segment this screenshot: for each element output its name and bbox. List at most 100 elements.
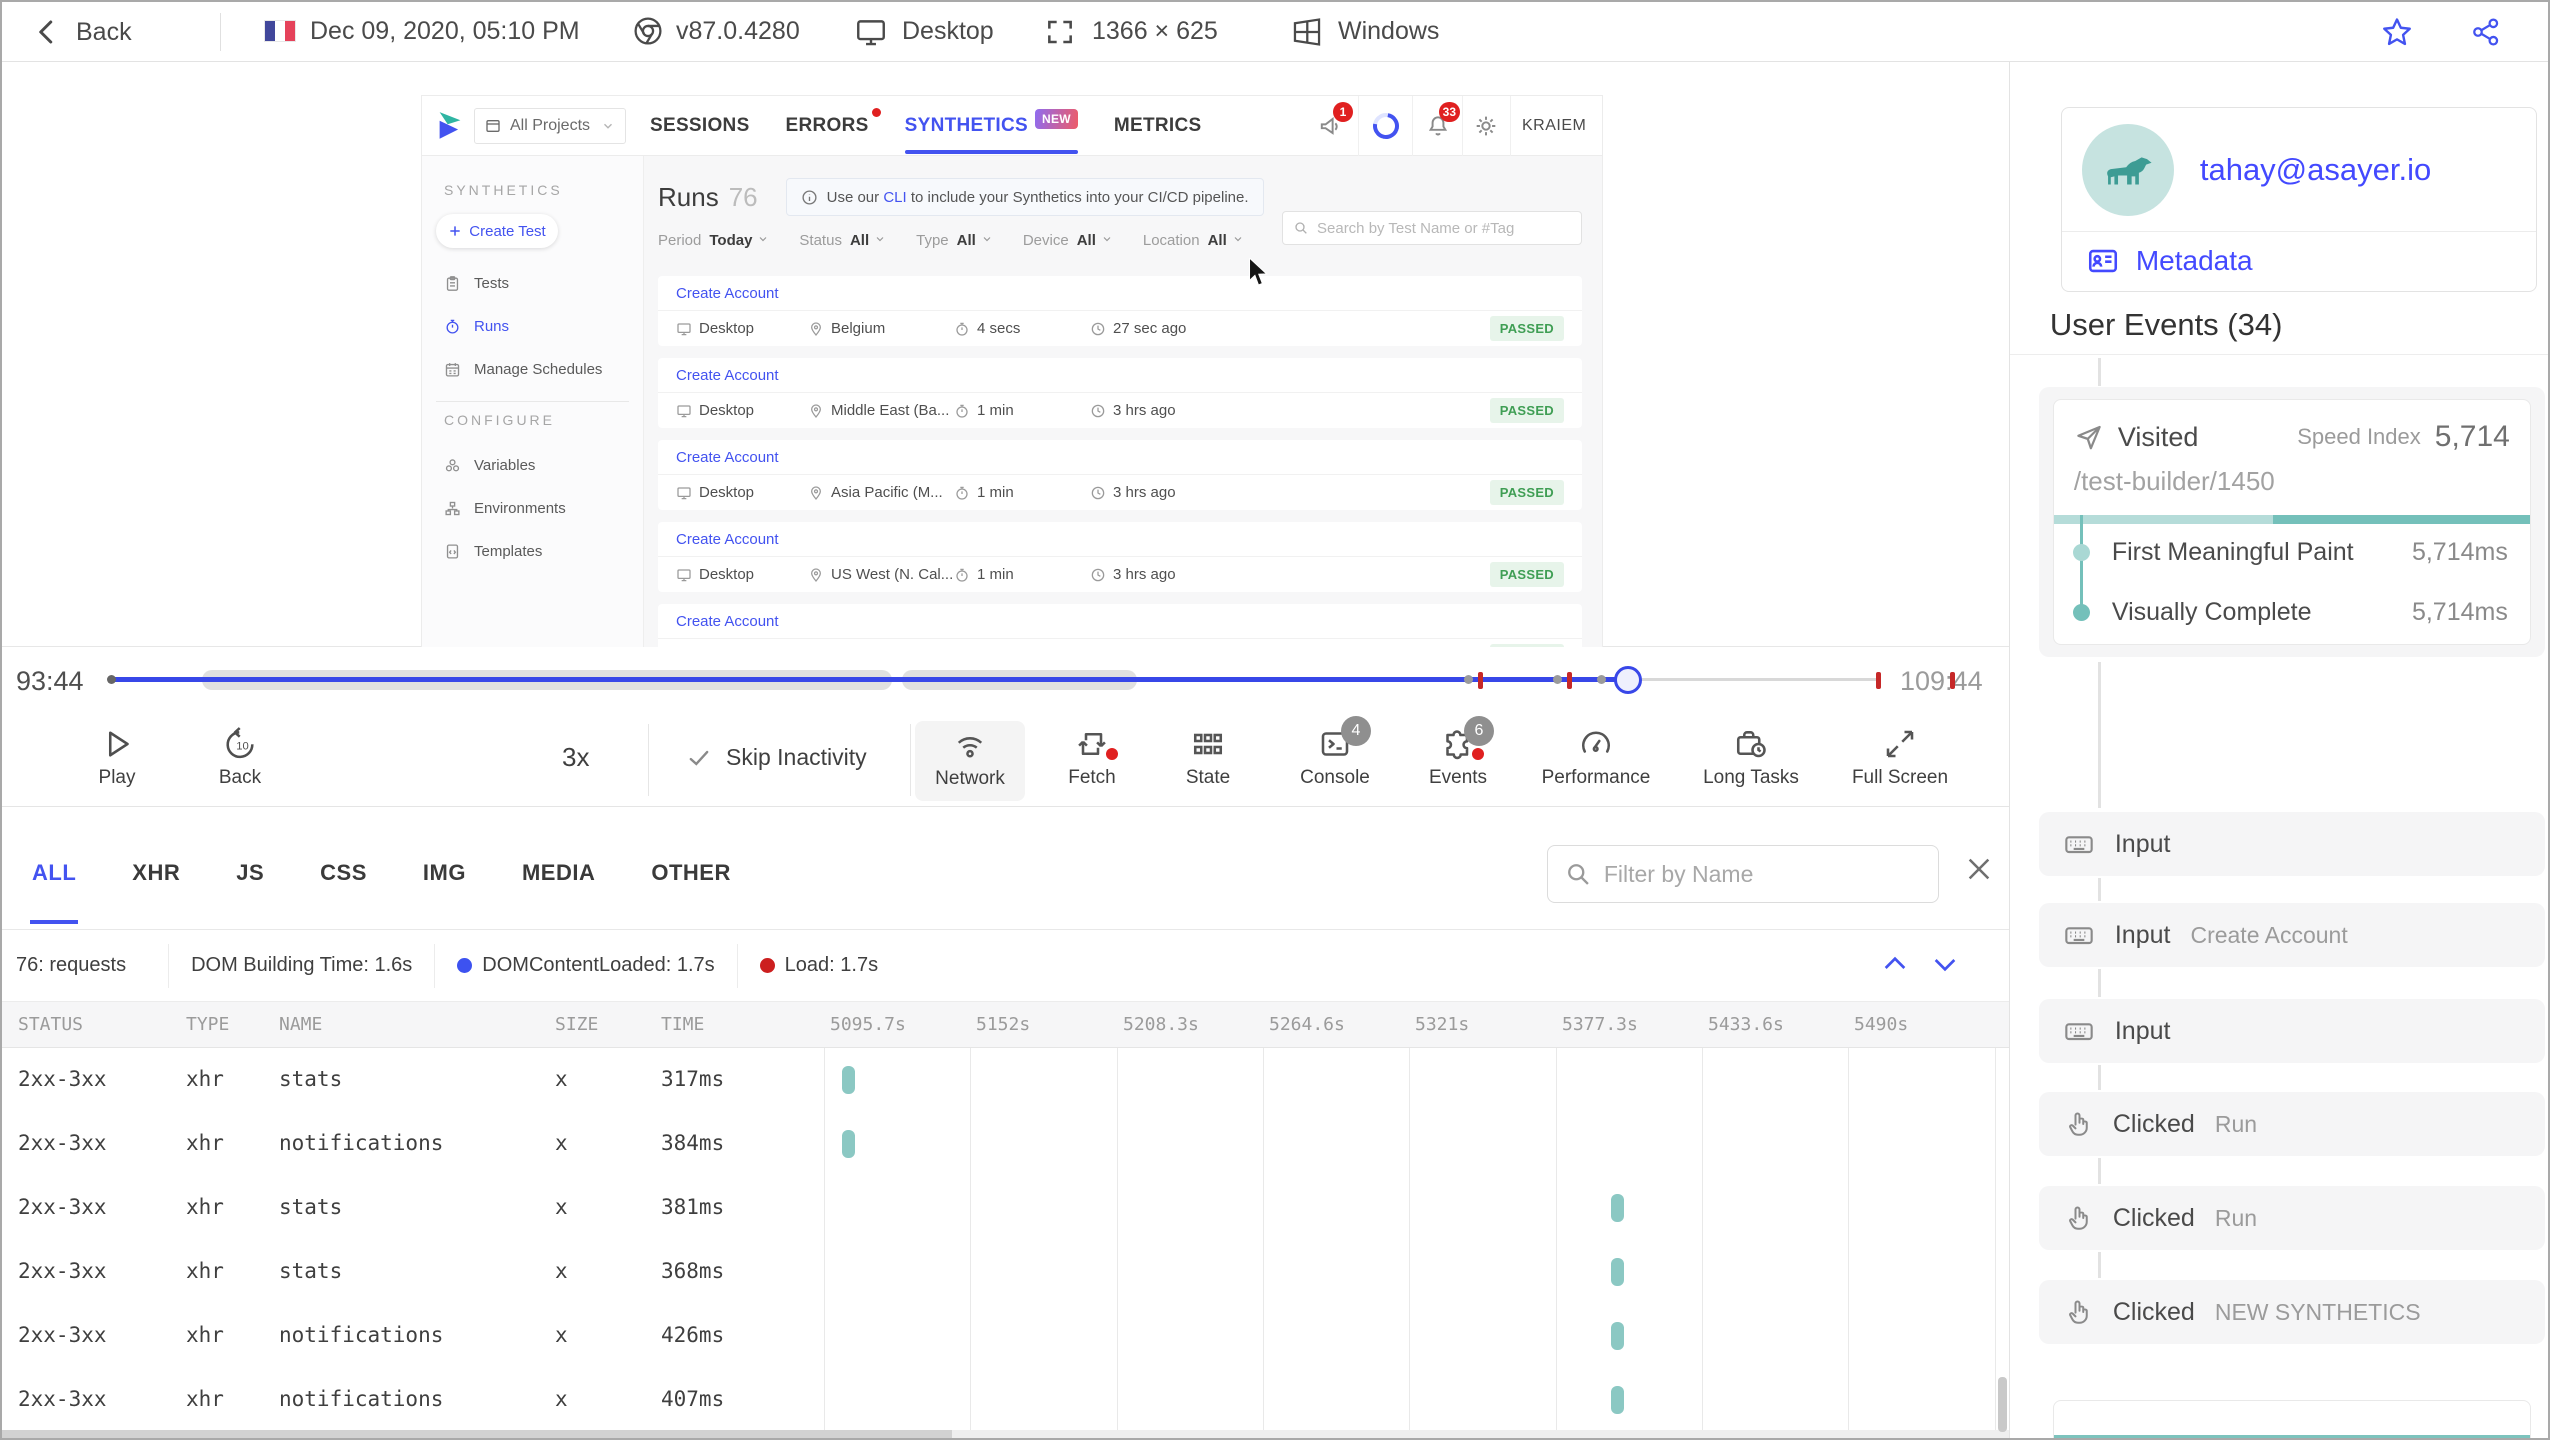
- name-filter-box[interactable]: [1546, 845, 1939, 903]
- col-size[interactable]: SIZE: [555, 1014, 598, 1035]
- monitor-icon: [676, 567, 692, 583]
- windows-os-icon: [1290, 15, 1324, 49]
- request-waterfall-bar: [842, 1066, 855, 1094]
- clipboard-icon: [444, 275, 461, 292]
- net-tab-js[interactable]: JS: [236, 860, 264, 886]
- filter-location[interactable]: Location All: [1143, 232, 1244, 249]
- table-row[interactable]: 2xx-3xx xhr stats x 317ms: [2, 1048, 2009, 1112]
- fullscreen-button[interactable]: Full Screen: [1845, 726, 1955, 789]
- net-tab-xhr[interactable]: XHR: [132, 860, 180, 886]
- close-panel-button[interactable]: [1963, 853, 1995, 885]
- error-marker[interactable]: [1567, 672, 1572, 689]
- event-timeline-connector: [2097, 358, 2101, 386]
- table-row[interactable]: 2xx-3xx xhr stats x 381ms: [2, 1176, 2009, 1240]
- user-email-link[interactable]: tahay@asayer.io: [2200, 152, 2431, 188]
- filter-period[interactable]: Period Today: [658, 232, 769, 249]
- browser-chrome-icon: [632, 15, 664, 47]
- sidebar-item-manage-schedules[interactable]: Manage Schedules: [422, 348, 643, 391]
- back-10s-button[interactable]: 10 Back: [185, 726, 295, 789]
- jump-down-button[interactable]: [1929, 948, 1961, 980]
- table-row[interactable]: 2xx-3xx xhr notifications x 407ms: [2, 1368, 2009, 1432]
- event-marker[interactable]: [1553, 675, 1562, 684]
- col-time[interactable]: TIME: [661, 1014, 704, 1035]
- user-menu[interactable]: KRAIEM: [1522, 117, 1586, 135]
- run-card[interactable]: Create Account Desktop Belgium 4 secs 27…: [658, 276, 1582, 346]
- create-test-button[interactable]: Create Test: [436, 214, 558, 248]
- run-test-link[interactable]: Create Account: [676, 367, 779, 384]
- error-marker[interactable]: [1478, 672, 1483, 689]
- net-tab-other[interactable]: OTHER: [651, 860, 731, 886]
- event-item-clicked[interactable]: Clicked Run: [2038, 1186, 2545, 1250]
- panel-button-fetch[interactable]: Fetch: [1037, 726, 1147, 789]
- table-row[interactable]: 2xx-3xx xhr stats x 368ms: [2, 1240, 2009, 1304]
- share-button[interactable]: [2470, 16, 2502, 48]
- sidebar-item-tests[interactable]: Tests: [422, 262, 643, 305]
- tab-sessions[interactable]: SESSIONS: [650, 115, 750, 137]
- run-test-link[interactable]: Create Account: [676, 613, 779, 630]
- col-name[interactable]: NAME: [279, 1014, 322, 1035]
- playhead-handle[interactable]: [1614, 666, 1642, 694]
- panel-button-state[interactable]: State: [1153, 726, 1263, 789]
- recorded-app-sidebar: SYNTHETICS Create Test Tests Runs Manage…: [422, 156, 644, 647]
- run-card[interactable]: Create Account Desktop US West (N. Cal..…: [658, 522, 1582, 592]
- test-search-input[interactable]: [1317, 219, 1571, 237]
- visited-event-card[interactable]: Visited Speed Index 5,714 /test-builder/…: [2052, 399, 2531, 645]
- settings-button[interactable]: [1462, 96, 1510, 156]
- announcements-button[interactable]: 1: [1307, 96, 1355, 156]
- net-tab-all[interactable]: ALL: [29, 860, 79, 924]
- run-test-link[interactable]: Create Account: [676, 531, 779, 548]
- name-filter-input[interactable]: [1603, 860, 1922, 888]
- panel-button-console[interactable]: 4 Console: [1280, 716, 1390, 789]
- panel-button-performance[interactable]: Performance: [1541, 726, 1651, 789]
- timeline-track[interactable]: [107, 647, 1881, 714]
- sidebar-item-environments[interactable]: Environments: [422, 487, 643, 530]
- filter-status[interactable]: Status All: [799, 232, 886, 249]
- run-test-link[interactable]: Create Account: [676, 285, 779, 302]
- divider: [1412, 96, 1413, 156]
- sidebar-item-variables[interactable]: Variables: [422, 444, 643, 487]
- jump-up-button[interactable]: [1879, 948, 1911, 980]
- sidebar-item-runs[interactable]: Runs: [422, 305, 643, 348]
- tab-metrics[interactable]: METRICS: [1114, 115, 1202, 137]
- event-item-clicked[interactable]: Clicked Run: [2038, 1092, 2545, 1156]
- panel-button-network[interactable]: Network: [915, 721, 1025, 801]
- table-row[interactable]: 2xx-3xx xhr notifications x 426ms: [2, 1304, 2009, 1368]
- speed-toggle[interactable]: 3x: [562, 742, 589, 773]
- cli-link[interactable]: CLI: [883, 189, 906, 206]
- metadata-button[interactable]: Metadata: [2062, 232, 2536, 290]
- project-selector[interactable]: All Projects: [474, 108, 626, 144]
- panel-button-long-tasks[interactable]: Long Tasks: [1696, 726, 1806, 789]
- run-card[interactable]: Create Account Desktop Asia Pacific (M..…: [658, 440, 1582, 510]
- run-card[interactable]: Create Account Desktop Middle East (Ba..…: [658, 358, 1582, 428]
- net-tab-media[interactable]: MEDIA: [522, 860, 595, 886]
- net-tab-img[interactable]: IMG: [423, 860, 466, 886]
- event-marker[interactable]: [1464, 675, 1473, 684]
- net-tab-css[interactable]: CSS: [320, 860, 367, 886]
- col-type[interactable]: TYPE: [186, 1014, 229, 1035]
- filter-type[interactable]: Type All: [916, 232, 993, 249]
- event-item-clicked[interactable]: Clicked NEW SYNTHETICS: [2038, 1280, 2545, 1344]
- run-card[interactable]: Create Account Desktop Canada (Centra...…: [658, 604, 1582, 647]
- filter-device[interactable]: Device All: [1023, 232, 1113, 249]
- skip-inactivity-toggle[interactable]: Skip Inactivity: [686, 744, 867, 771]
- event-item-input[interactable]: Input Create Account: [2038, 903, 2545, 967]
- tab-errors[interactable]: ERRORS: [786, 108, 881, 137]
- event-item-input[interactable]: Input: [2038, 999, 2545, 1063]
- end-time-label: 109:44: [1900, 666, 1983, 696]
- notifications-button[interactable]: 33: [1414, 96, 1462, 156]
- test-search-box[interactable]: [1282, 211, 1582, 245]
- error-marker[interactable]: [1876, 672, 1881, 689]
- panel-button-events[interactable]: 6 Events: [1403, 716, 1513, 789]
- event-item-input[interactable]: Input: [2038, 812, 2545, 876]
- event-marker[interactable]: [1597, 675, 1606, 684]
- sidebar-item-templates[interactable]: Templates: [422, 530, 643, 573]
- table-row[interactable]: 2xx-3xx xhr notifications x 384ms: [2, 1112, 2009, 1176]
- tick-label: 5433.6s: [1708, 1014, 1784, 1035]
- favorite-star-button[interactable]: [2380, 15, 2414, 49]
- divider: [910, 724, 911, 796]
- col-status[interactable]: STATUS: [18, 1014, 83, 1035]
- tab-synthetics[interactable]: SYNTHETICS NEW: [904, 109, 1079, 154]
- run-test-link[interactable]: Create Account: [676, 449, 779, 466]
- play-button[interactable]: Play: [62, 726, 172, 789]
- back-button[interactable]: Back: [32, 15, 132, 49]
